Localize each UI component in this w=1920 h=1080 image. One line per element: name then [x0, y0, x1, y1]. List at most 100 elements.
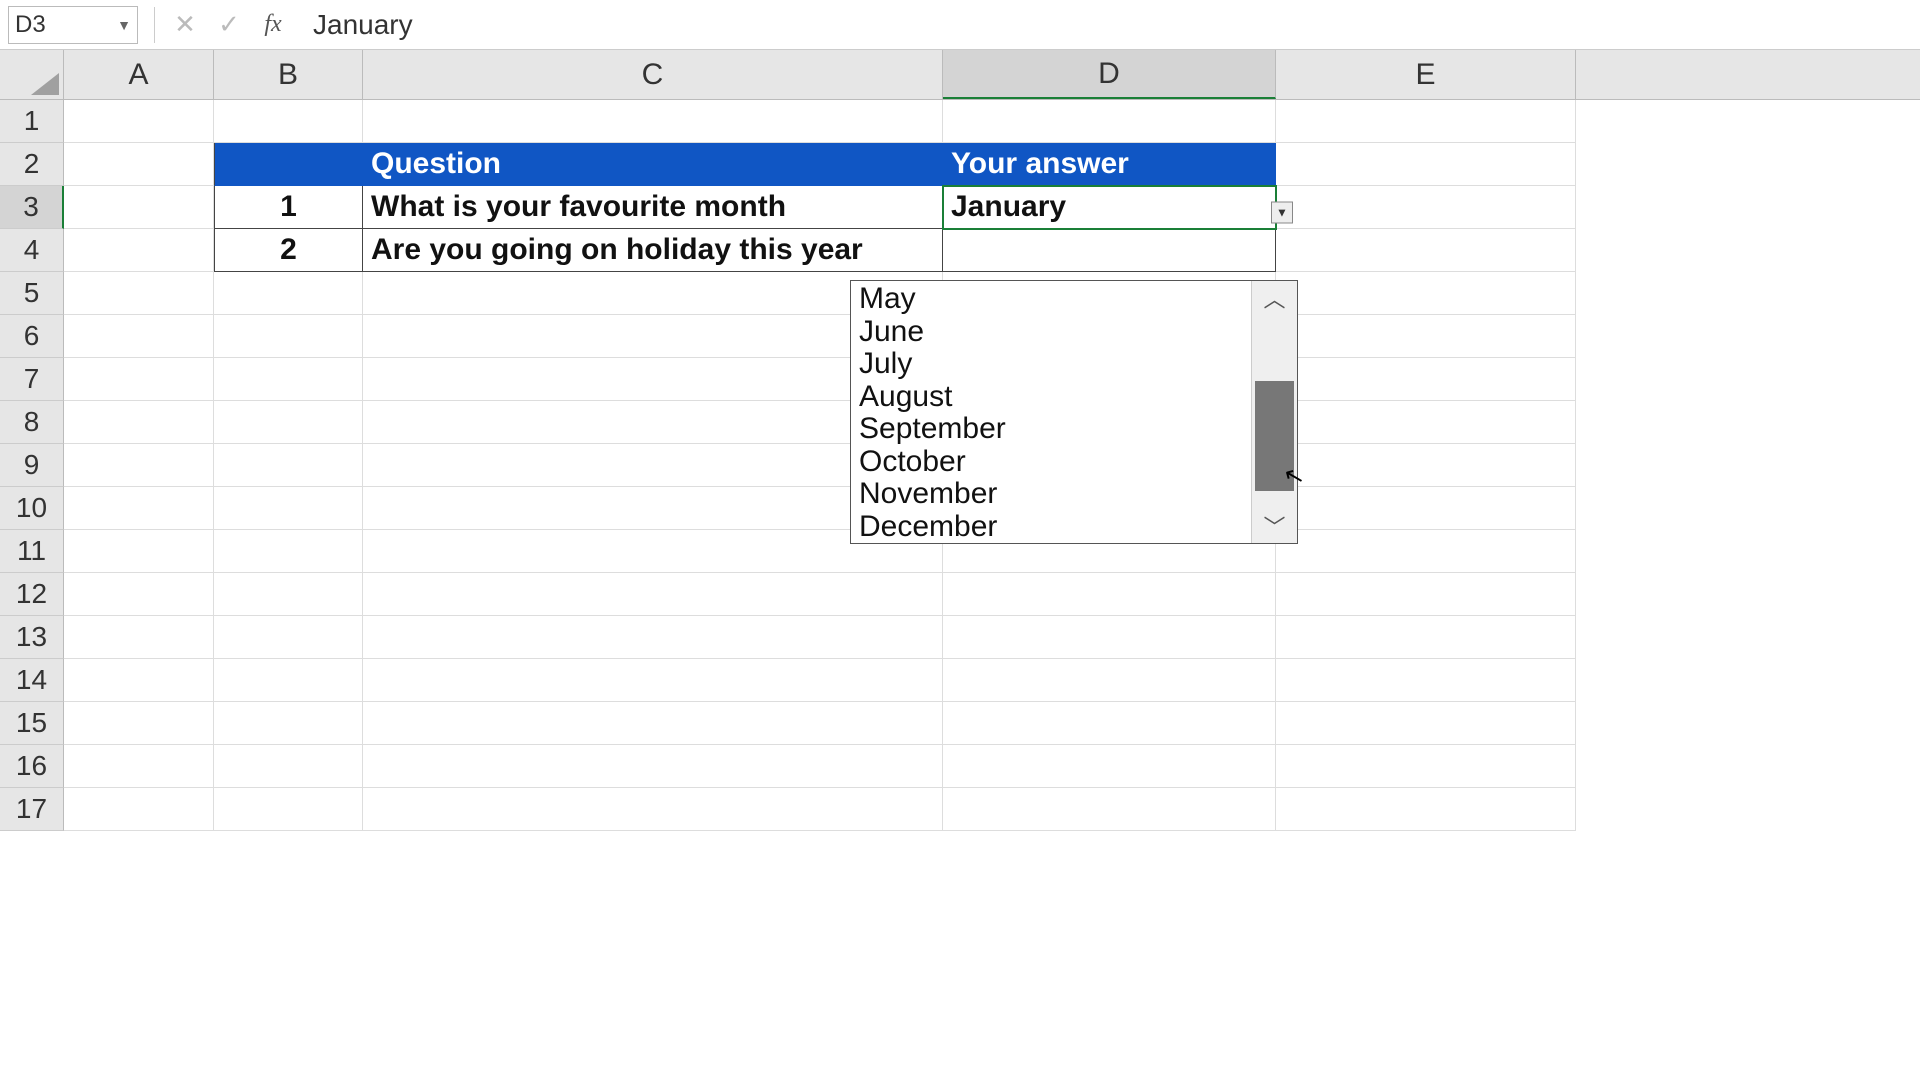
row-header-5[interactable]: 5	[0, 272, 64, 315]
row-header-3[interactable]: 3	[0, 186, 64, 229]
dropdown-item-august[interactable]: August	[851, 381, 1251, 414]
cell-B7[interactable]	[214, 358, 363, 401]
cell-E5[interactable]	[1276, 272, 1576, 315]
cell-C2[interactable]: Question	[363, 143, 943, 186]
row-header-7[interactable]: 7	[0, 358, 64, 401]
scroll-down-icon[interactable]: ﹀	[1252, 509, 1297, 543]
cell-C13[interactable]	[363, 616, 943, 659]
scrollbar-thumb[interactable]	[1255, 381, 1294, 491]
cell-C17[interactable]	[363, 788, 943, 831]
cell-A13[interactable]	[64, 616, 214, 659]
formula-input[interactable]	[295, 7, 1912, 43]
row-header-10[interactable]: 10	[0, 487, 64, 530]
cell-A17[interactable]	[64, 788, 214, 831]
cell-A4[interactable]	[64, 229, 214, 272]
column-header-E[interactable]: E	[1276, 50, 1576, 99]
dropdown-item-may[interactable]: May	[851, 283, 1251, 316]
column-header-C[interactable]: C	[363, 50, 943, 99]
cell-E2[interactable]	[1276, 143, 1576, 186]
cell-E8[interactable]	[1276, 401, 1576, 444]
row-header-6[interactable]: 6	[0, 315, 64, 358]
row-header-15[interactable]: 15	[0, 702, 64, 745]
cell-B11[interactable]	[214, 530, 363, 573]
cell-A9[interactable]	[64, 444, 214, 487]
row-header-11[interactable]: 11	[0, 530, 64, 573]
cell-D1[interactable]	[943, 100, 1276, 143]
dropdown-item-december[interactable]: December	[851, 511, 1251, 544]
cell-E9[interactable]	[1276, 444, 1576, 487]
cell-B2[interactable]	[214, 143, 363, 186]
cell-E7[interactable]	[1276, 358, 1576, 401]
cell-E1[interactable]	[1276, 100, 1576, 143]
dropdown-item-october[interactable]: October	[851, 446, 1251, 479]
cell-C15[interactable]	[363, 702, 943, 745]
cell-E17[interactable]	[1276, 788, 1576, 831]
cell-A8[interactable]	[64, 401, 214, 444]
cell-E15[interactable]	[1276, 702, 1576, 745]
cell-B16[interactable]	[214, 745, 363, 788]
cell-A11[interactable]	[64, 530, 214, 573]
row-header-16[interactable]: 16	[0, 745, 64, 788]
column-header-B[interactable]: B	[214, 50, 363, 99]
select-all-corner[interactable]	[0, 50, 64, 99]
cell-E10[interactable]	[1276, 487, 1576, 530]
cell-E13[interactable]	[1276, 616, 1576, 659]
cell-A6[interactable]	[64, 315, 214, 358]
cell-A10[interactable]	[64, 487, 214, 530]
cell-B1[interactable]	[214, 100, 363, 143]
cell-E14[interactable]	[1276, 659, 1576, 702]
cell-A7[interactable]	[64, 358, 214, 401]
cell-A14[interactable]	[64, 659, 214, 702]
row-header-1[interactable]: 1	[0, 100, 64, 143]
cell-C3[interactable]: What is your favourite month	[363, 186, 943, 229]
cell-C14[interactable]	[363, 659, 943, 702]
cell-B15[interactable]	[214, 702, 363, 745]
row-header-13[interactable]: 13	[0, 616, 64, 659]
row-header-2[interactable]: 2	[0, 143, 64, 186]
cell-D12[interactable]	[943, 573, 1276, 616]
cell-E6[interactable]	[1276, 315, 1576, 358]
cell-D13[interactable]	[943, 616, 1276, 659]
column-header-D[interactable]: D	[943, 50, 1276, 99]
cell-A16[interactable]	[64, 745, 214, 788]
cell-C12[interactable]	[363, 573, 943, 616]
cell-B14[interactable]	[214, 659, 363, 702]
cell-A15[interactable]	[64, 702, 214, 745]
cell-D16[interactable]	[943, 745, 1276, 788]
cell-B5[interactable]	[214, 272, 363, 315]
cell-A5[interactable]	[64, 272, 214, 315]
row-header-12[interactable]: 12	[0, 573, 64, 616]
column-header-A[interactable]: A	[64, 50, 214, 99]
cell-A2[interactable]	[64, 143, 214, 186]
row-header-4[interactable]: 4	[0, 229, 64, 272]
cell-B12[interactable]	[214, 573, 363, 616]
row-header-9[interactable]: 9	[0, 444, 64, 487]
cell-B13[interactable]	[214, 616, 363, 659]
row-header-17[interactable]: 17	[0, 788, 64, 831]
row-header-14[interactable]: 14	[0, 659, 64, 702]
cell-C16[interactable]	[363, 745, 943, 788]
scroll-up-icon[interactable]: ︿	[1252, 281, 1297, 315]
dropdown-button[interactable]: ▼	[1271, 202, 1293, 224]
cell-B17[interactable]	[214, 788, 363, 831]
dropdown-scrollbar[interactable]: ︿ ﹀	[1251, 281, 1297, 543]
cell-B3[interactable]: 1	[214, 186, 363, 229]
cell-B10[interactable]	[214, 487, 363, 530]
cell-D3[interactable]: January▼	[943, 186, 1276, 229]
fx-icon[interactable]: fx	[251, 7, 295, 43]
cell-B4[interactable]: 2	[214, 229, 363, 272]
dropdown-item-july[interactable]: July	[851, 348, 1251, 381]
row-header-8[interactable]: 8	[0, 401, 64, 444]
cell-E3[interactable]	[1276, 186, 1576, 229]
cell-D4[interactable]	[943, 229, 1276, 272]
accept-icon[interactable]: ✓	[207, 7, 251, 43]
cell-C4[interactable]: Are you going on holiday this year	[363, 229, 943, 272]
cell-E16[interactable]	[1276, 745, 1576, 788]
cell-E4[interactable]	[1276, 229, 1576, 272]
cancel-icon[interactable]: ✕	[163, 7, 207, 43]
cell-A3[interactable]	[64, 186, 214, 229]
cell-A12[interactable]	[64, 573, 214, 616]
cell-B6[interactable]	[214, 315, 363, 358]
cell-E12[interactable]	[1276, 573, 1576, 616]
dropdown-item-june[interactable]: June	[851, 316, 1251, 349]
